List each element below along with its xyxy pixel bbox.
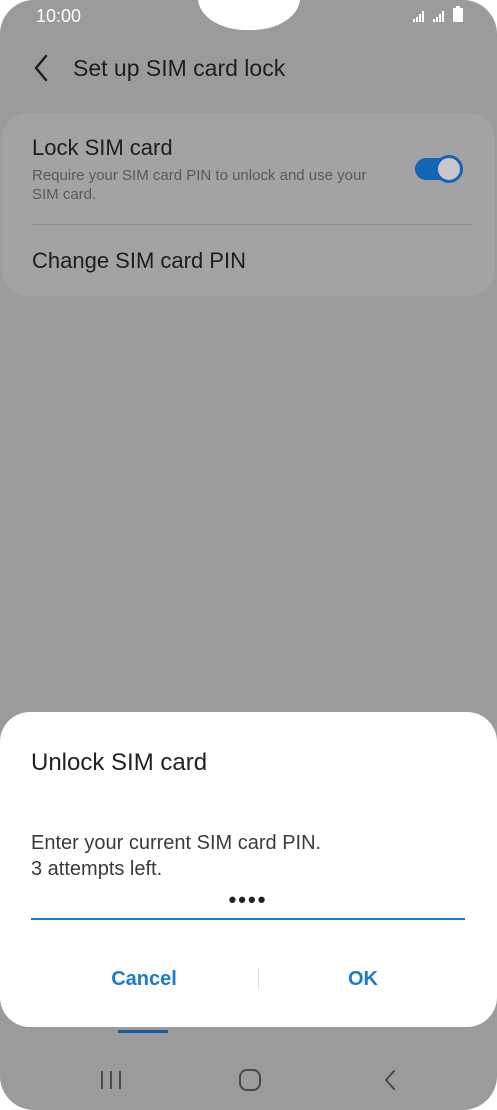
status-icons [413, 6, 463, 22]
battery-icon [453, 6, 463, 22]
back-button[interactable] [28, 52, 54, 84]
phone-screen: 10:00 Set up SIM card lock Lock SIM card… [0, 0, 497, 1110]
unlock-sim-dialog: Unlock SIM card Enter your current SIM c… [0, 712, 497, 1027]
navigation-bar [0, 1050, 497, 1110]
nav-back-button[interactable] [370, 1062, 410, 1098]
lock-sim-title: Lock SIM card [32, 135, 173, 160]
ok-button[interactable]: OK [258, 964, 468, 994]
recent-apps-icon [101, 1071, 121, 1089]
divider [32, 224, 473, 225]
recent-apps-button[interactable] [91, 1062, 131, 1098]
home-icon [239, 1069, 261, 1091]
app-header: Set up SIM card lock [0, 40, 497, 96]
tab-indicator [118, 1030, 168, 1033]
chevron-left-icon [34, 54, 48, 82]
dialog-attempts-line: 3 attempts left. [31, 858, 163, 880]
cancel-button[interactable]: Cancel [30, 964, 258, 994]
lock-sim-toggle[interactable] [415, 155, 463, 183]
signal-icon [413, 11, 424, 22]
back-icon [385, 1070, 395, 1090]
pin-input[interactable] [31, 882, 465, 920]
settings-card: Lock SIM card Require your SIM card PIN … [2, 113, 495, 296]
home-button[interactable] [230, 1062, 270, 1098]
dialog-message: Enter your current SIM card PIN. 3 attem… [31, 830, 321, 882]
camera-notch [198, 0, 300, 30]
dialog-title: Unlock SIM card [31, 749, 208, 776]
status-time: 10:00 [36, 6, 82, 26]
signal-icon [433, 11, 444, 22]
dialog-message-line: Enter your current SIM card PIN. [31, 832, 322, 854]
change-sim-pin-item[interactable]: Change SIM card PIN [32, 248, 246, 274]
lock-sim-subtitle: Require your SIM card PIN to unlock and … [32, 167, 367, 203]
toggle-knob [435, 155, 463, 183]
page-title: Set up SIM card lock [73, 55, 286, 81]
